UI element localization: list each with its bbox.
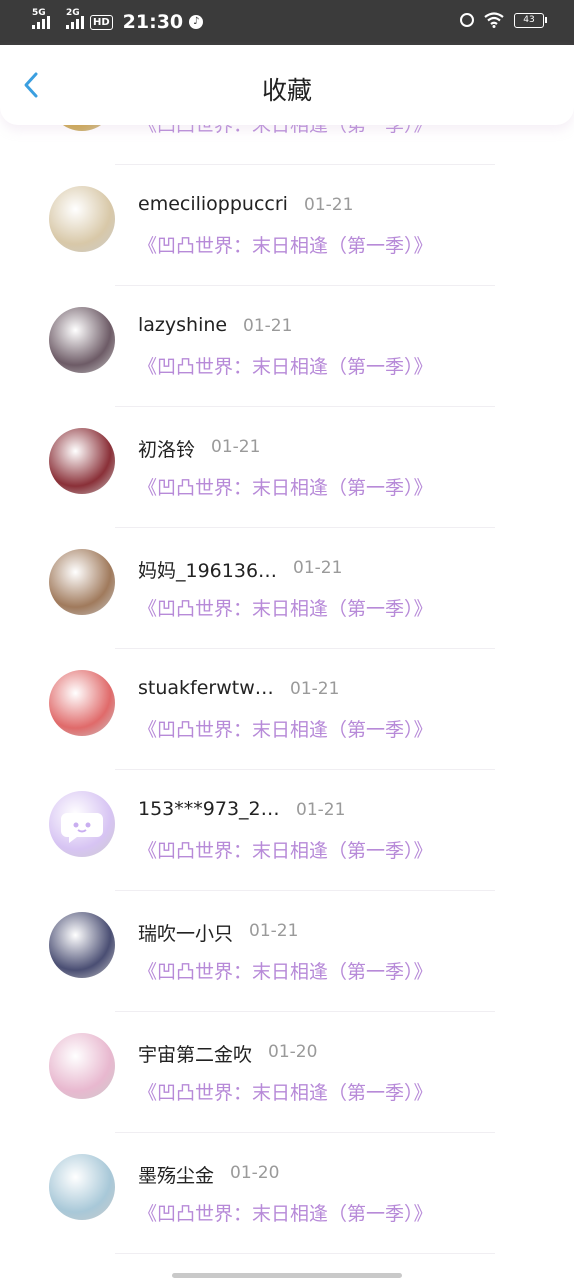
favorite-date: 01-21 xyxy=(304,195,354,215)
username[interactable]: lazyshine xyxy=(138,314,227,336)
net1-label: 5G xyxy=(32,8,46,18)
user-avatar[interactable] xyxy=(49,670,115,736)
user-avatar[interactable] xyxy=(49,791,115,857)
user-avatar[interactable] xyxy=(49,912,115,978)
favorite-date: 01-21 xyxy=(293,558,343,578)
home-indicator[interactable] xyxy=(172,1273,402,1278)
page-title: 收藏 xyxy=(261,76,312,105)
username[interactable]: 153***973_2… xyxy=(138,798,280,820)
favorite-date: 01-21 xyxy=(211,437,261,457)
username[interactable]: 初洛铃 xyxy=(138,435,195,462)
clock: 21:30 xyxy=(122,11,184,33)
favorited-work-link[interactable]: 《凹凸世界：末日相逢（第一季）》 xyxy=(138,352,433,379)
status-left: 5G 2G HD 21:30 ♪ xyxy=(32,8,204,35)
net2-label: 2G xyxy=(66,8,80,18)
favorite-date: 01-21 xyxy=(296,800,346,820)
username[interactable]: 瑞吹一小只 xyxy=(138,919,233,946)
favorited-work-link[interactable]: 《凹凸世界：末日相逢（第一季）》 xyxy=(138,957,433,984)
user-avatar[interactable] xyxy=(49,549,115,615)
username[interactable]: 妈妈_196136… xyxy=(138,556,277,583)
favorited-work-link[interactable]: 《凹凸世界：末日相逢（第一季）》 xyxy=(138,836,433,863)
favorite-item[interactable]: emecilioppuccri 01-21 《凹凸世界：末日相逢（第一季）》 xyxy=(0,165,574,286)
favorited-work-link[interactable]: 《凹凸世界：末日相逢（第一季）》 xyxy=(138,473,433,500)
signal-5g-icon: 5G xyxy=(32,8,50,29)
favorited-work-link[interactable]: 《凹凸世界：末日相逢（第一季）》 xyxy=(138,1199,433,1226)
default-avatar-icon xyxy=(61,813,103,843)
user-avatar[interactable] xyxy=(49,428,115,494)
favorite-item[interactable]: stuakferwtw… 01-21 《凹凸世界：末日相逢（第一季）》 xyxy=(0,649,574,770)
favorite-date: 01-21 xyxy=(243,316,293,336)
user-avatar[interactable] xyxy=(49,186,115,252)
favorite-date: 01-20 xyxy=(230,1163,280,1183)
favorited-work-link[interactable]: 《凹凸世界：末日相逢（第一季）》 xyxy=(138,231,433,258)
favorite-date: 01-21 xyxy=(249,921,299,941)
user-avatar[interactable] xyxy=(49,125,115,131)
hd-badge: HD xyxy=(90,14,113,30)
username[interactable]: 墨殇尘金 xyxy=(138,1161,214,1188)
wifi-icon xyxy=(484,12,504,28)
username[interactable]: 宇宙第二金吹 xyxy=(138,1040,252,1067)
favorited-work-link[interactable]: 《凹凸世界：末日相逢（第一季）》 xyxy=(138,125,433,137)
status-bar: 5G 2G HD 21:30 ♪ 43 xyxy=(0,0,574,45)
music-app-icon: ♪ xyxy=(189,15,204,29)
user-avatar[interactable] xyxy=(49,307,115,373)
favorite-date: 01-21 xyxy=(290,679,340,699)
favorite-item[interactable]: 初洛铃 01-21 《凹凸世界：末日相逢（第一季）》 xyxy=(0,407,574,528)
favorite-item[interactable]: 153***973_2… 01-21 《凹凸世界：末日相逢（第一季）》 xyxy=(0,770,574,891)
user-avatar[interactable] xyxy=(49,1154,115,1220)
favorite-date: 01-20 xyxy=(268,1042,318,1062)
favorite-item[interactable]: 宇宙第二金吹 01-20 《凹凸世界：末日相逢（第一季）》 xyxy=(0,1012,574,1133)
favorited-work-link[interactable]: 《凹凸世界：末日相逢（第一季）》 xyxy=(138,594,433,621)
favorites-list: 《凹凸世界：末日相逢（第一季）》 emecilioppuccri 01-21 《凹凸世… xyxy=(0,125,574,1280)
username[interactable]: emecilioppuccri xyxy=(138,193,288,215)
signal-2g-icon: 2G xyxy=(66,8,84,29)
row-divider xyxy=(115,1253,495,1254)
favorite-item[interactable]: lazyshine 01-21 《凹凸世界：末日相逢（第一季）》 xyxy=(0,286,574,407)
alarm-icon xyxy=(460,13,474,27)
nav-bar: 收藏 xyxy=(0,45,574,125)
favorite-item[interactable]: 墨殇尘金 01-20 《凹凸世界：末日相逢（第一季）》 xyxy=(0,1133,574,1254)
favorite-item[interactable]: 瑞吹一小只 01-21 《凹凸世界：末日相逢（第一季）》 xyxy=(0,891,574,1012)
username[interactable]: stuakferwtw… xyxy=(138,677,274,699)
status-right: 43 xyxy=(460,12,547,28)
user-avatar[interactable] xyxy=(49,1033,115,1099)
battery-icon: 43 xyxy=(514,12,547,28)
favorite-item[interactable]: 《凹凸世界：末日相逢（第一季）》 xyxy=(0,125,574,165)
favorite-item[interactable]: 妈妈_196136… 01-21 《凹凸世界：末日相逢（第一季）》 xyxy=(0,528,574,649)
favorited-work-link[interactable]: 《凹凸世界：末日相逢（第一季）》 xyxy=(138,1078,433,1105)
favorited-work-link[interactable]: 《凹凸世界：末日相逢（第一季）》 xyxy=(138,715,433,742)
